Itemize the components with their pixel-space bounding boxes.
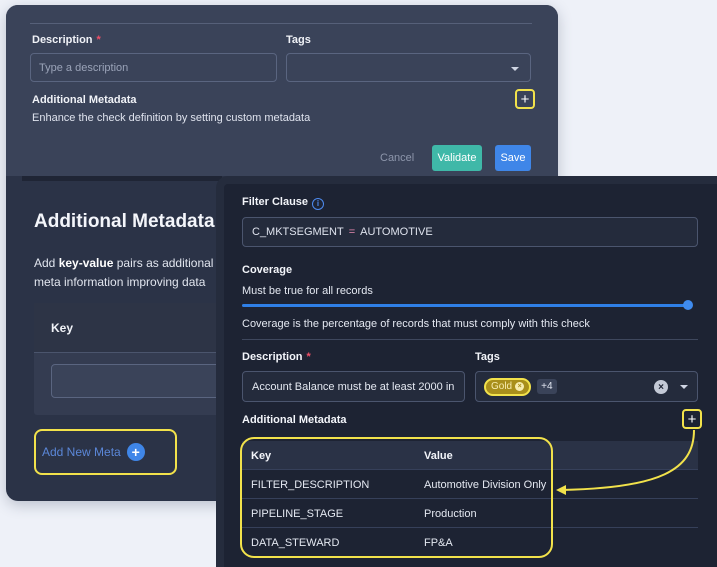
- info-icon[interactable]: i: [312, 198, 325, 210]
- coverage-label: Coverage: [242, 264, 293, 276]
- quality-check-form-section: Description * Tags Type a description Add…: [6, 5, 558, 176]
- tags-label: Tags: [286, 34, 311, 46]
- metadata-panel-title: Additional Metadata: [34, 211, 215, 232]
- chevron-down-icon: [680, 385, 688, 389]
- tags-label: Tags: [475, 351, 500, 363]
- add-metadata-plus-icon[interactable]: +: [515, 89, 535, 109]
- description-input[interactable]: Type a description: [30, 53, 277, 82]
- chevron-down-icon: [511, 67, 519, 71]
- coverage-slider-handle[interactable]: [683, 300, 693, 310]
- add-new-meta-button[interactable]: Add New Meta +: [42, 443, 145, 461]
- filter-right: AUTOMOTIVE: [360, 226, 433, 238]
- required-mark: *: [96, 34, 101, 46]
- coverage-mode: Must be true for all records: [242, 285, 373, 297]
- add-new-meta-label: Add New Meta: [42, 445, 121, 459]
- tags-select[interactable]: [286, 53, 531, 82]
- filter-left: C_MKTSEGMENT: [252, 226, 344, 238]
- save-button[interactable]: Save: [495, 145, 531, 171]
- key-input[interactable]: [51, 364, 241, 398]
- add-new-meta-highlight: Add New Meta +: [34, 429, 177, 475]
- description-label: Description *: [242, 351, 311, 363]
- more-tags-count: +4: [537, 379, 557, 394]
- metadata-hint: Enhance the check definition by setting …: [32, 112, 311, 124]
- add-metadata-plus-icon[interactable]: +: [682, 409, 702, 429]
- divider: [30, 23, 532, 24]
- validate-button[interactable]: Validate: [432, 145, 482, 171]
- additional-metadata-label: Additional Metadata: [242, 414, 347, 426]
- filter-clause-input[interactable]: C_MKTSEGMENT = AUTOMOTIVE: [242, 217, 698, 247]
- clear-icon[interactable]: ×: [654, 380, 668, 394]
- filter-clause-label: Filter Clause i: [242, 196, 325, 210]
- description-input[interactable]: Account Balance must be at least 2000 in: [242, 371, 465, 402]
- additional-metadata-label: Additional Metadata: [32, 94, 137, 106]
- tags-select[interactable]: Gold × +4 ×: [475, 371, 698, 402]
- check-detail-panel: Filter Clause i C_MKTSEGMENT = AUTOMOTIVE C…: [216, 176, 717, 567]
- required-mark: *: [306, 351, 311, 363]
- description-placeholder: Type a description: [39, 61, 129, 74]
- coverage-slider-track[interactable]: [242, 304, 689, 307]
- plus-circle-icon: +: [126, 443, 145, 461]
- cancel-button[interactable]: Cancel: [380, 152, 414, 164]
- remove-tag-icon[interactable]: ×: [515, 382, 525, 391]
- metadata-table-highlight: [240, 437, 553, 558]
- key-value-table: Key: [34, 303, 241, 415]
- coverage-hint: Coverage is the percentage of records th…: [242, 318, 590, 330]
- divider: [242, 339, 698, 340]
- section-divider: [22, 176, 222, 181]
- description-label: Description *: [32, 34, 101, 46]
- key-value-emphasis: key-value: [58, 256, 114, 270]
- metadata-panel-description: Add key-value pairs as additional meta i…: [34, 256, 214, 289]
- key-column-header: Key: [34, 303, 224, 353]
- tag-chip-gold[interactable]: Gold ×: [484, 377, 532, 396]
- filter-operator: =: [348, 226, 356, 238]
